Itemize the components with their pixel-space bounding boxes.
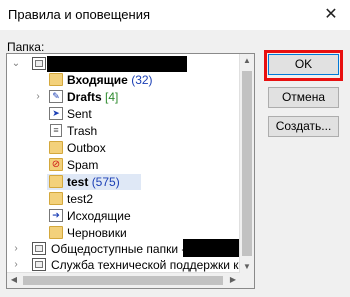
tree-item-drafts[interactable]: › ✎ Drafts [4]: [7, 89, 240, 105]
scroll-left-icon[interactable]: ◀: [7, 275, 21, 284]
horizontal-scrollbar[interactable]: ◀ ▶: [7, 272, 240, 288]
tree-item-label: Исходящие: [67, 209, 131, 223]
draft-count: [4]: [105, 90, 119, 104]
ok-button[interactable]: OK: [268, 54, 339, 75]
inbox-folder-icon: [49, 73, 63, 86]
folder-icon: [49, 226, 63, 239]
mailbox-icon: [32, 258, 46, 271]
tree-item-outbox[interactable]: Outbox: [7, 140, 240, 156]
tree-item-label: Outbox: [67, 141, 106, 155]
scroll-corner: [240, 273, 254, 288]
outbox-folder-icon: [49, 141, 63, 154]
tree-item-label: Spam: [67, 158, 99, 172]
drafts-icon: ✎: [49, 90, 63, 103]
tree-item-label: Общедоступные папки -: [51, 242, 186, 256]
redacted-account-name: [47, 56, 187, 72]
unread-count: (32): [131, 73, 153, 87]
tree-item-support-service[interactable]: › Служба технической поддержки кс: [7, 257, 254, 273]
cancel-button[interactable]: Отмена: [268, 87, 339, 108]
tree-item-test2[interactable]: test2: [7, 191, 240, 207]
tree-item-label: Trash: [67, 124, 98, 138]
tree-item-label: test2: [67, 192, 94, 206]
expand-icon[interactable]: ›: [11, 241, 21, 257]
expand-icon[interactable]: ›: [11, 257, 21, 273]
tree-item-inbox[interactable]: Входящие (32): [7, 72, 240, 88]
sent-icon: ➤: [49, 107, 63, 120]
collapse-icon[interactable]: ⌄: [11, 56, 21, 72]
tree-item-public-folders[interactable]: › Общедоступные папки -: [7, 239, 254, 257]
unread-count: (575): [91, 175, 120, 189]
scroll-down-icon[interactable]: ▼: [240, 262, 254, 271]
folder-tree[interactable]: ⌄ Входящие (32) › ✎ Drafts [4] ➤ Sent ≡ …: [6, 53, 255, 289]
expand-icon[interactable]: ›: [33, 89, 43, 105]
tree-item-label: Drafts: [67, 90, 102, 104]
tree-item-label: Sent: [67, 107, 92, 121]
trash-icon: ≡: [50, 124, 62, 137]
folder-label: Папка:: [7, 40, 45, 54]
create-button[interactable]: Создать...: [268, 116, 339, 137]
tree-item-label: Черновики: [67, 226, 127, 240]
tree-item-label: Входящие: [67, 73, 128, 87]
mailbox-icon: [32, 242, 46, 255]
redacted-account-name: [183, 239, 243, 257]
tree-root-mailbox[interactable]: ⌄: [7, 56, 240, 72]
tree-item-label: test: [67, 175, 89, 189]
tree-item-test[interactable]: test (575): [47, 174, 141, 190]
folder-icon: [49, 175, 63, 188]
mailbox-icon: [32, 57, 46, 70]
tree-item-sent[interactable]: ➤ Sent: [7, 106, 240, 122]
hscrollbar-thumb[interactable]: [23, 276, 223, 285]
scroll-right-icon[interactable]: ▶: [226, 275, 240, 284]
tree-item-label: Служба технической поддержки кс: [51, 258, 245, 272]
scrollbar-thumb[interactable]: [242, 71, 252, 256]
window-title: Правила и оповещения: [8, 7, 151, 22]
close-button[interactable]: ✕: [320, 4, 342, 26]
folder-icon: [49, 192, 63, 205]
tree-item-trash[interactable]: ≡ Trash: [7, 123, 240, 139]
vertical-scrollbar[interactable]: ▲ ▼: [239, 54, 254, 273]
title-bar: Правила и оповещения ✕: [0, 0, 350, 30]
spam-icon: ⊘: [49, 158, 63, 171]
scroll-up-icon[interactable]: ▲: [240, 56, 254, 65]
outbox-icon: ➔: [49, 209, 63, 222]
tree-item-spam[interactable]: ⊘ Spam: [7, 157, 240, 173]
tree-item-outgoing[interactable]: ➔ Исходящие: [7, 208, 240, 224]
